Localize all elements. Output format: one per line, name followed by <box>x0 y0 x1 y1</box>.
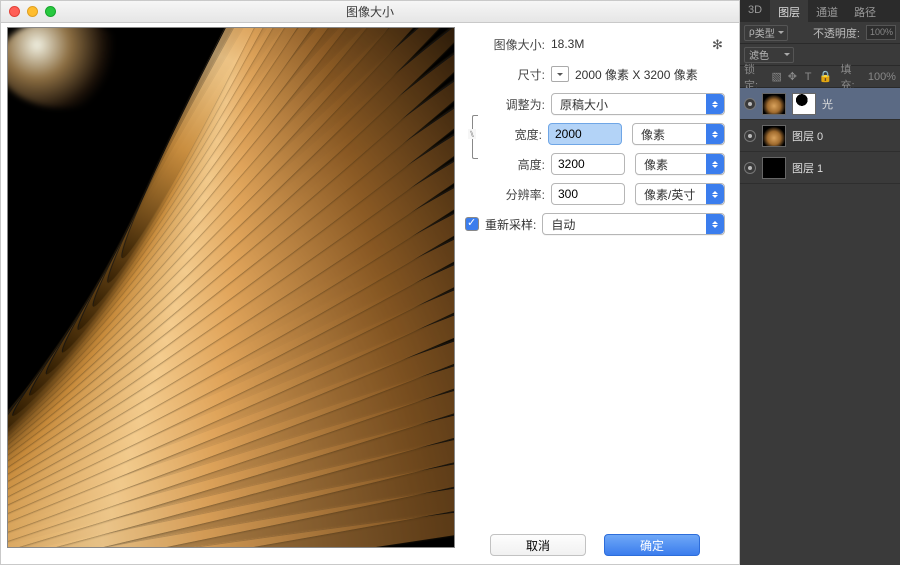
panel-tabs: 3D图层通道路径 <box>740 0 900 22</box>
width-unit-popup[interactable]: 像素 <box>632 123 725 145</box>
dialog-title: 图像大小 <box>1 3 739 20</box>
resample-check-input[interactable] <box>465 217 479 231</box>
opacity-value[interactable]: 100% <box>866 25 896 40</box>
layer-name: 图层 0 <box>792 128 823 144</box>
lock-all-icon[interactable]: 🔒 <box>818 70 830 83</box>
dim-label: 尺寸: <box>465 66 545 83</box>
layer-row[interactable]: 图层 0 <box>740 120 900 152</box>
res-unit-popup[interactable]: 像素/英寸 <box>635 183 725 205</box>
layer-row[interactable]: 光 <box>740 88 900 120</box>
tab-图层[interactable]: 图层 <box>770 0 808 22</box>
lock-type-icon[interactable]: T <box>803 71 814 83</box>
dim-value: 2000 像素 X 3200 像素 <box>575 66 698 83</box>
blend-mode-popup[interactable]: 滤色 <box>744 47 794 63</box>
layer-row[interactable]: 图层 1 <box>740 152 900 184</box>
layer-thumb[interactable] <box>762 157 786 179</box>
resample-popup[interactable]: 自动 <box>542 213 725 235</box>
filter-kind-popup[interactable]: ρ 类型 <box>744 25 788 41</box>
tab-通道[interactable]: 通道 <box>808 0 846 22</box>
dim-unit-popup[interactable] <box>551 66 569 82</box>
visibility-icon[interactable] <box>744 98 756 110</box>
width-input[interactable] <box>548 123 622 145</box>
preview-area[interactable] <box>7 27 455 548</box>
tab-3D[interactable]: 3D <box>740 0 770 22</box>
layer-thumb[interactable] <box>762 93 786 115</box>
res-label: 分辨率: <box>465 186 545 203</box>
mask-thumb[interactable] <box>792 93 816 115</box>
tab-路径[interactable]: 路径 <box>846 0 884 22</box>
resample-checkbox[interactable]: 重新采样: <box>465 216 536 233</box>
width-label: 宽度: <box>476 126 542 143</box>
layers-panel: 3D图层通道路径 ρ 类型 不透明度: 100% 滤色 锁定: ▧ ✥ T 🔒 … <box>740 0 900 565</box>
ok-button[interactable]: 确定 <box>604 534 700 556</box>
visibility-icon[interactable] <box>744 162 756 174</box>
cancel-button[interactable]: 取消 <box>490 534 586 556</box>
layer-name: 光 <box>822 96 833 112</box>
size-value: 18.3M <box>551 37 584 51</box>
fill-value[interactable]: 100% <box>868 71 896 83</box>
layer-name: 图层 1 <box>792 160 823 176</box>
image-size-dialog: 图像大小 图像大小: 18.3M ✻ 尺寸: 2000 像素 X 3200 像素 <box>0 0 740 565</box>
res-input[interactable] <box>551 183 625 205</box>
opacity-label: 不透明度: <box>813 25 860 41</box>
size-label: 图像大小: <box>465 36 545 53</box>
layer-thumb[interactable] <box>762 125 786 147</box>
fit-popup[interactable]: 原稿大小 <box>551 93 725 115</box>
constrain-link-icon[interactable]: ⑊ <box>465 129 479 139</box>
height-input[interactable] <box>551 153 625 175</box>
titlebar[interactable]: 图像大小 <box>1 1 739 23</box>
visibility-icon[interactable] <box>744 130 756 142</box>
layers-list: 光图层 0 图层 1 <box>740 88 900 565</box>
resample-label: 重新采样: <box>485 216 536 233</box>
height-unit-popup[interactable]: 像素 <box>635 153 725 175</box>
fit-label: 调整为: <box>465 96 545 113</box>
gear-icon[interactable]: ✻ <box>712 38 725 51</box>
form-area: 图像大小: 18.3M ✻ 尺寸: 2000 像素 X 3200 像素 调整为:… <box>455 23 739 564</box>
height-label: 高度: <box>479 156 545 173</box>
lock-position-icon[interactable]: ✥ <box>787 70 798 83</box>
lock-pixels-icon[interactable]: ▧ <box>771 70 782 83</box>
